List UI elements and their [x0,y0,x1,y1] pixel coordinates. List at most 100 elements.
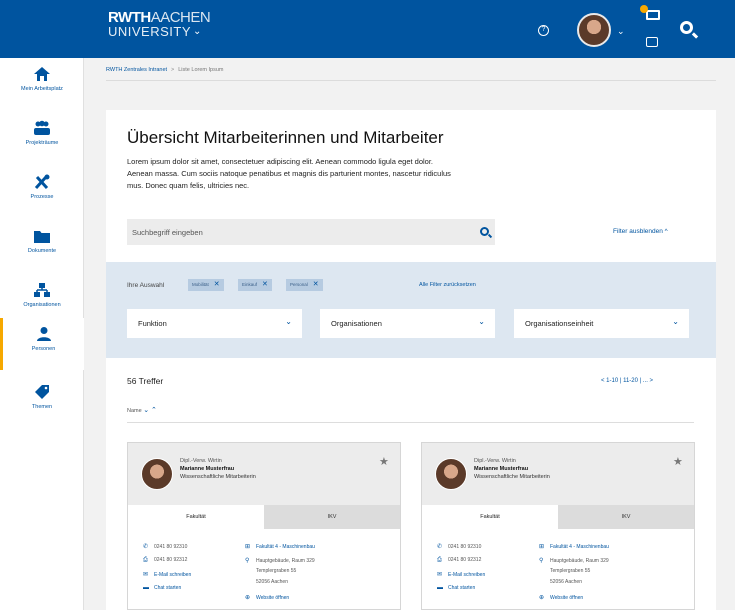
sidebar-item-label: Personen [31,346,56,352]
chip-label: Mobilität [192,282,209,287]
top-bar: RWTHAACHEN UNIVERSITY ⌄ ? ⌄ [0,0,735,58]
folder-icon [34,231,50,243]
address-row: Templergraben 55 [256,568,297,574]
search-icon[interactable] [480,227,489,236]
function-select[interactable]: Funktion ⌄ [127,309,302,338]
sidebar-item-label: Projekträume [25,140,59,146]
group-icon [34,120,50,135]
help-icon[interactable]: ? [538,25,549,36]
website-link[interactable]: ⊕ Website öffnen [539,594,583,601]
address-row: ⚲ Hauptgebäude, Raum 329 [539,557,609,564]
close-icon[interactable]: ✕ [214,281,220,288]
sort-label: Name [127,408,142,414]
address-row: ⚲ Hauptgebäude, Raum 329 [245,557,315,564]
notification-badge [640,5,648,13]
org-link[interactable]: ⊞ Fakultät 4 - Maschinenbau [539,543,609,550]
fax-number: 0241 80 92312 [448,557,482,563]
phone-number: 0241 80 92310 [448,544,482,550]
filter-toggle-button[interactable]: Filter ausblenden ^ [613,228,668,235]
avatar [141,458,173,490]
filter-chip[interactable]: Personal ✕ [286,279,323,291]
org-label: Fakultät 4 - Maschinenbau [550,544,609,550]
org-chart-icon: ⊞ [245,544,251,550]
select-value: Organisationen [331,319,382,328]
sidebar-item-mein-arbeitsplatz[interactable]: Mein Arbeitsplatz [0,66,84,118]
website-label: Website öffnen [550,595,584,601]
card-header: Dipl.-Verw. Wirtin Marianne Musterfrau W… [128,443,400,505]
chevron-down-icon[interactable]: ⌄ [617,26,625,37]
tag-icon [35,385,49,399]
website-link[interactable]: ⊕ Website öffnen [245,594,289,601]
filter-area: Ihre Auswahl Mobilität ✕ Einkauf ✕ Persona… [106,262,716,358]
mail-icon[interactable] [646,10,660,20]
organisations-select[interactable]: Organisationen ⌄ [320,309,495,338]
sidebar-item-label: Organisationen [23,302,61,308]
address-line: Hauptgebäude, Raum 329 [256,558,315,564]
org-link[interactable]: ⊞ Fakultät 4 - Maschinenbau [245,543,315,550]
tab-ikv[interactable]: IKV [264,505,400,529]
phone-row: ✆ 0241 80 92310 [143,543,187,550]
close-icon[interactable]: ✕ [313,281,319,288]
sidebar-item-themen[interactable]: Themen [0,384,84,436]
sidebar: Mein Arbeitsplatz Projekträume Prozesse … [0,58,84,610]
star-icon[interactable]: ★ [379,455,389,468]
fax-icon: ⎙ [143,557,148,563]
sidebar-item-label: Themen [31,404,53,410]
chat-icon[interactable] [646,37,658,47]
selection-label: Ihre Auswahl [127,282,165,289]
person-name: Marianne Musterfrau [474,466,529,472]
intro-text: Lorem ipsum dolor sit amet, consectetuer… [127,157,451,190]
chevron-down-icon: ⌄ [285,317,292,326]
org-chart-icon [34,283,50,297]
sidebar-item-label: Dokumente [27,248,57,254]
search-input[interactable] [127,219,467,245]
sidebar-item-dokumente[interactable]: Dokumente [0,228,84,280]
tools-icon [34,174,50,190]
sidebar-item-projektraeume[interactable]: Projekträume [0,120,84,172]
email-link[interactable]: ✉ E-Mail schreiben [143,571,191,578]
star-icon[interactable]: ★ [673,455,683,468]
chat-link[interactable]: ▬ Chat starten [143,585,181,591]
tab-fakultaet[interactable]: Fakultät [422,505,558,529]
filter-chip[interactable]: Mobilität ✕ [188,279,224,291]
tab-fakultaet[interactable]: Fakultät [128,505,264,529]
email-label: E-Mail schreiben [154,572,192,578]
chip-label: Einkauf [242,282,258,287]
breadcrumb: RWTH Zentrales Intranet > Liste Lorem Ipsu… [106,67,224,73]
person-card: Dipl.-Verw. Wirtin Marianne Musterfrau W… [127,442,401,610]
mail-icon: ✉ [143,572,149,578]
pagination[interactable]: < 1-10 | 11-20 | ... > [601,378,653,384]
location-pin-icon: ⚲ [539,558,544,564]
avatar [435,458,467,490]
phone-icon: ✆ [143,544,149,550]
search-icon[interactable] [680,21,693,34]
chevron-down-icon: ⌄ [672,317,679,326]
sort-arrows-icon[interactable]: ⌄ ⌃ [143,407,157,414]
chevron-down-icon[interactable]: ⌄ [193,26,201,37]
sidebar-item-label: Mein Arbeitsplatz [21,86,63,92]
organisational-unit-select[interactable]: Organisationseinheit ⌄ [514,309,689,338]
main-panel: Übersicht Mitarbeiterinnen und Mitarbeit… [106,110,716,610]
breadcrumb-root-link[interactable]: RWTH Zentrales Intranet [106,67,167,73]
chat-label: Chat starten [448,585,476,591]
card-header: Dipl.-Verw. Wirtin Marianne Musterfrau W… [422,443,694,505]
email-label: E-Mail schreiben [448,572,486,578]
email-link[interactable]: ✉ E-Mail schreiben [437,571,485,578]
sidebar-item-personen[interactable]: Personen [0,318,84,370]
filter-chip[interactable]: Einkauf ✕ [238,279,272,291]
website-label: Website öffnen [256,595,290,601]
close-icon[interactable]: ✕ [262,281,268,288]
select-value: Funktion [138,319,167,328]
page-title: Übersicht Mitarbeiterinnen und Mitarbeit… [127,128,444,147]
mail-icon: ✉ [437,572,443,578]
tab-ikv[interactable]: IKV [558,505,694,529]
chat-link[interactable]: ▬ Chat starten [437,585,475,591]
divider [106,80,716,81]
select-value: Organisationseinheit [525,319,594,328]
sidebar-item-prozesse[interactable]: Prozesse [0,174,84,226]
sort-control[interactable]: Name ⌄ ⌃ [127,406,157,414]
breadcrumb-separator: > [171,67,175,73]
reset-filters-link[interactable]: Alle Filter zurücksetzen [419,282,476,288]
chat-label: Chat starten [154,585,182,591]
user-avatar[interactable] [577,13,611,47]
